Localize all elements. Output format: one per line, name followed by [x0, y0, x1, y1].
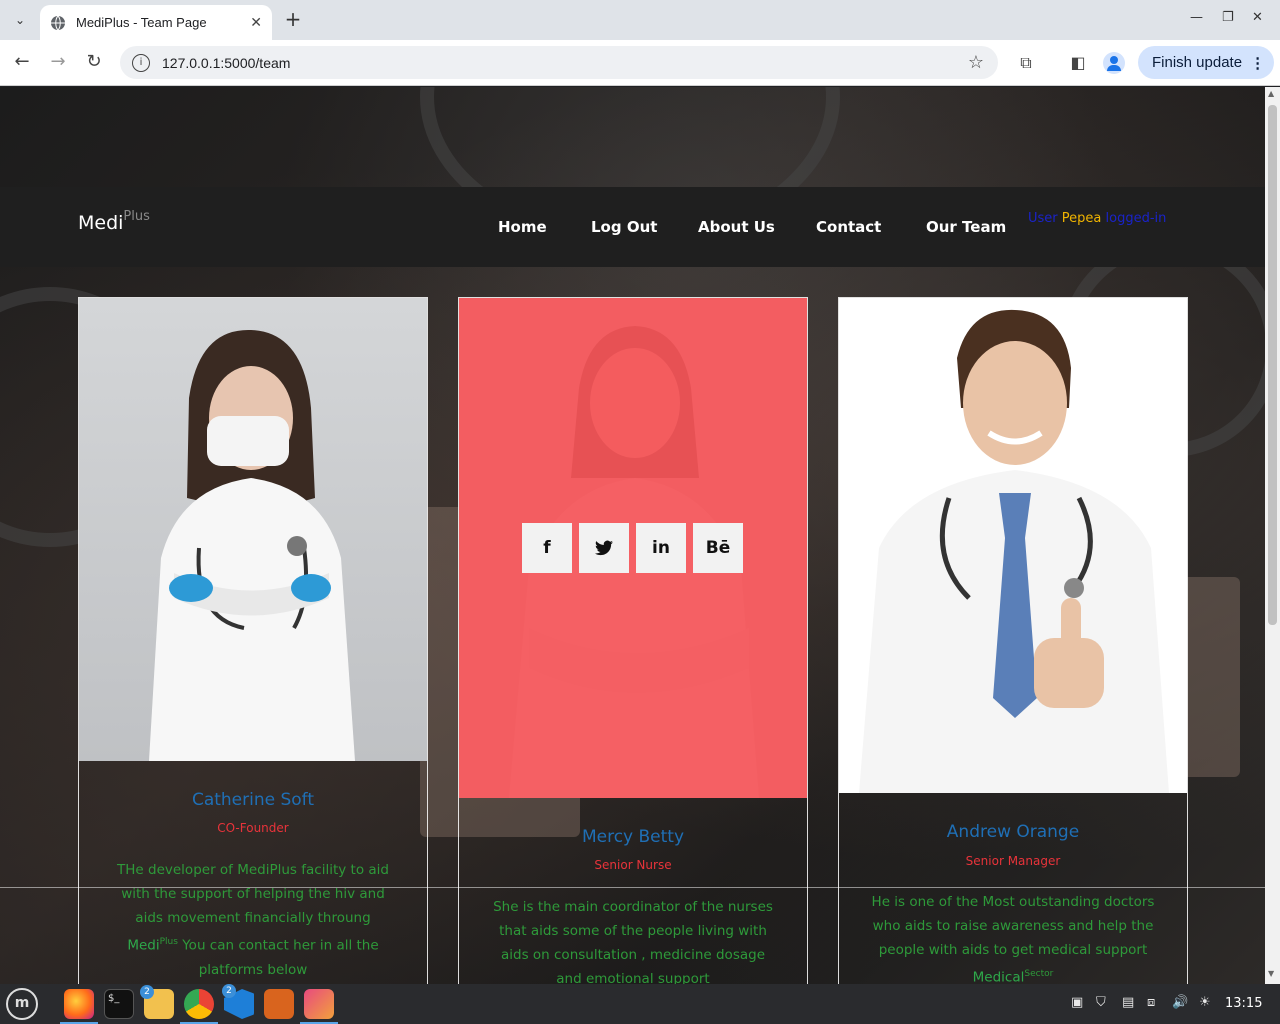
user-name: Pepea [1061, 211, 1102, 226]
tab-search-icon[interactable]: ⌄ [8, 8, 32, 32]
page-scrollbar[interactable]: ▲ ▼ [1265, 87, 1280, 984]
image-viewer-icon[interactable] [300, 989, 338, 1024]
extensions-icon[interactable]: ⧉ [1015, 52, 1037, 74]
user-status: User Pepea logged-in [1028, 211, 1167, 226]
browser-toolbar: ← → ↻ i 127.0.0.1:5000/team ☆ ⧉ ◧ [0, 40, 1280, 86]
reload-icon[interactable]: ↻ [84, 52, 104, 72]
site-info-icon[interactable]: i [132, 53, 150, 72]
firefox-icon[interactable] [60, 989, 98, 1024]
tab-title: MediPlus - Team Page [76, 15, 207, 30]
browser-tab[interactable]: MediPlus - Team Page ✕ [40, 5, 272, 40]
profile-avatar-icon[interactable] [1103, 52, 1125, 74]
hover-overlay: f in Bē [459, 298, 807, 798]
member-name: Andrew Orange [946, 822, 1080, 842]
side-panel-icon[interactable]: ◧ [1067, 52, 1089, 74]
nav-logout[interactable]: Log Out [591, 218, 657, 236]
forward-icon[interactable]: → [48, 52, 68, 72]
nav-home[interactable]: Home [498, 218, 547, 236]
nav-our-team[interactable]: Our Team [926, 218, 1006, 236]
site-navbar: MediPlus Home Log Out About Us Contact O… [0, 187, 1265, 267]
nav-contact[interactable]: Contact [816, 218, 881, 236]
member-role: Senior Manager [965, 854, 1061, 868]
notes-icon[interactable]: ▤ [1122, 995, 1134, 1010]
member-bio: He is one of the Most outstanding doctor… [871, 894, 1155, 984]
finish-update-button[interactable]: Finish update ⋮ [1138, 46, 1274, 79]
url-text: 127.0.0.1:5000/team [162, 54, 291, 71]
twitter-icon[interactable] [579, 523, 629, 573]
address-bar[interactable]: i 127.0.0.1:5000/team ☆ [120, 46, 998, 79]
clock[interactable]: 13:15 [1225, 996, 1262, 1011]
team-card-mercy[interactable]: f in Bē Mercy Betty Senior Nurse She is … [458, 297, 808, 984]
clipboard-icon[interactable]: ▣ [1071, 995, 1083, 1010]
team-card-catherine[interactable]: Catherine Soft CO-Founder THe developer … [78, 297, 428, 984]
member-role: CO-Founder [217, 821, 289, 835]
back-icon[interactable]: ← [12, 52, 32, 72]
nav-about-us[interactable]: About Us [698, 218, 775, 236]
mint-menu-icon[interactable]: m [6, 988, 38, 1020]
behance-icon[interactable]: Bē [693, 523, 743, 573]
window-close-icon[interactable]: ✕ [1252, 10, 1263, 25]
social-buttons: f in Bē [522, 523, 743, 573]
close-tab-icon[interactable]: ✕ [250, 15, 262, 31]
team-photo [79, 298, 427, 761]
member-name: Mercy Betty [581, 827, 685, 847]
bookmark-star-icon[interactable]: ☆ [968, 52, 984, 73]
facebook-icon[interactable]: f [522, 523, 572, 573]
shield-icon[interactable]: ⛉ [1096, 995, 1106, 1010]
member-bio: THe developer of MediPlus facility to ai… [117, 862, 389, 978]
member-bio: She is the main coordinator of the nurse… [493, 899, 773, 984]
menu-dots-icon: ⋮ [1250, 54, 1266, 72]
restore-icon[interactable]: ❐ [1222, 10, 1234, 25]
globe-icon [51, 15, 65, 30]
brightness-icon[interactable]: ☀ [1199, 995, 1211, 1010]
chrome-icon[interactable] [180, 989, 218, 1024]
scroll-down-icon[interactable]: ▼ [1268, 969, 1274, 978]
presentation-icon[interactable] [264, 989, 294, 1019]
doctor-portrait [149, 329, 355, 761]
team-card-andrew[interactable]: Andrew Orange Senior Manager He is one o… [838, 297, 1188, 984]
linkedin-icon[interactable]: in [636, 523, 686, 573]
section-divider [0, 887, 1265, 888]
team-photo: f in Bē [459, 298, 807, 798]
page-viewport: MediPlus Home Log Out About Us Contact O… [0, 87, 1265, 984]
member-role: Senior Nurse [594, 858, 672, 872]
browser-tab-bar: ⌄ MediPlus - Team Page ✕ + — ❐ ✕ [0, 0, 1280, 40]
scrollbar-thumb[interactable] [1268, 105, 1277, 625]
volume-icon[interactable]: 🔊 [1172, 995, 1188, 1010]
member-name: Catherine Soft [191, 790, 315, 810]
network-icon[interactable]: ⧈ [1147, 995, 1155, 1010]
doctor-portrait [859, 309, 1169, 793]
team-photo [839, 298, 1187, 793]
terminal-icon[interactable]: $_ [104, 989, 134, 1019]
files-icon[interactable]: 2 [140, 985, 174, 1019]
site-logo[interactable]: MediPlus [78, 209, 150, 234]
new-tab-icon[interactable]: + [282, 8, 304, 30]
scroll-up-icon[interactable]: ▲ [1268, 89, 1274, 98]
system-taskbar: m $_ 2 2 ▣ ⛉ ▤ ⧈ 🔊 ☀ 13:15 [0, 984, 1280, 1024]
minimize-icon[interactable]: — [1190, 10, 1203, 25]
